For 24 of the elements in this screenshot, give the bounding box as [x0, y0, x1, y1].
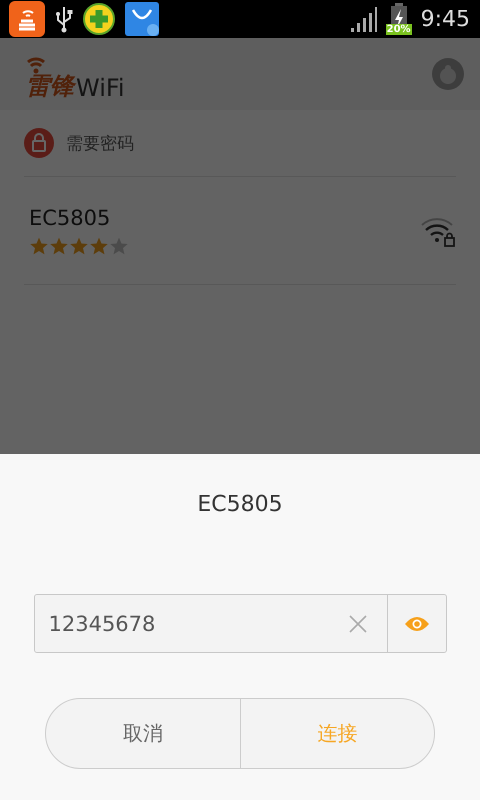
password-field[interactable]: 12345678	[34, 594, 446, 653]
shopping-bag-icon	[125, 2, 159, 36]
eye-icon	[404, 614, 430, 632]
star-icon	[49, 236, 69, 256]
clock-time: 9:45	[420, 6, 470, 32]
dialog-title: EC5805	[197, 492, 283, 519]
logo-text: WiFi	[76, 74, 125, 102]
star-icon	[69, 236, 89, 256]
signal-icon	[348, 5, 377, 33]
battery-percent: 20%	[386, 24, 412, 35]
star-icon	[89, 236, 109, 256]
logo-text: 雷锋	[26, 70, 74, 102]
star-icon	[29, 236, 49, 256]
star-icon	[109, 236, 129, 256]
lock-icon	[24, 128, 54, 158]
password-input[interactable]: 12345678	[34, 595, 328, 652]
app-icon	[9, 1, 45, 37]
clear-icon[interactable]	[348, 614, 366, 632]
usb-icon	[55, 5, 73, 33]
section-title: 需要密码	[66, 132, 134, 154]
avatar-icon[interactable]	[432, 58, 464, 90]
network-item[interactable]: EC5805	[24, 177, 456, 285]
cancel-button[interactable]: 取消	[46, 699, 240, 768]
network-name: EC5805	[29, 206, 112, 230]
